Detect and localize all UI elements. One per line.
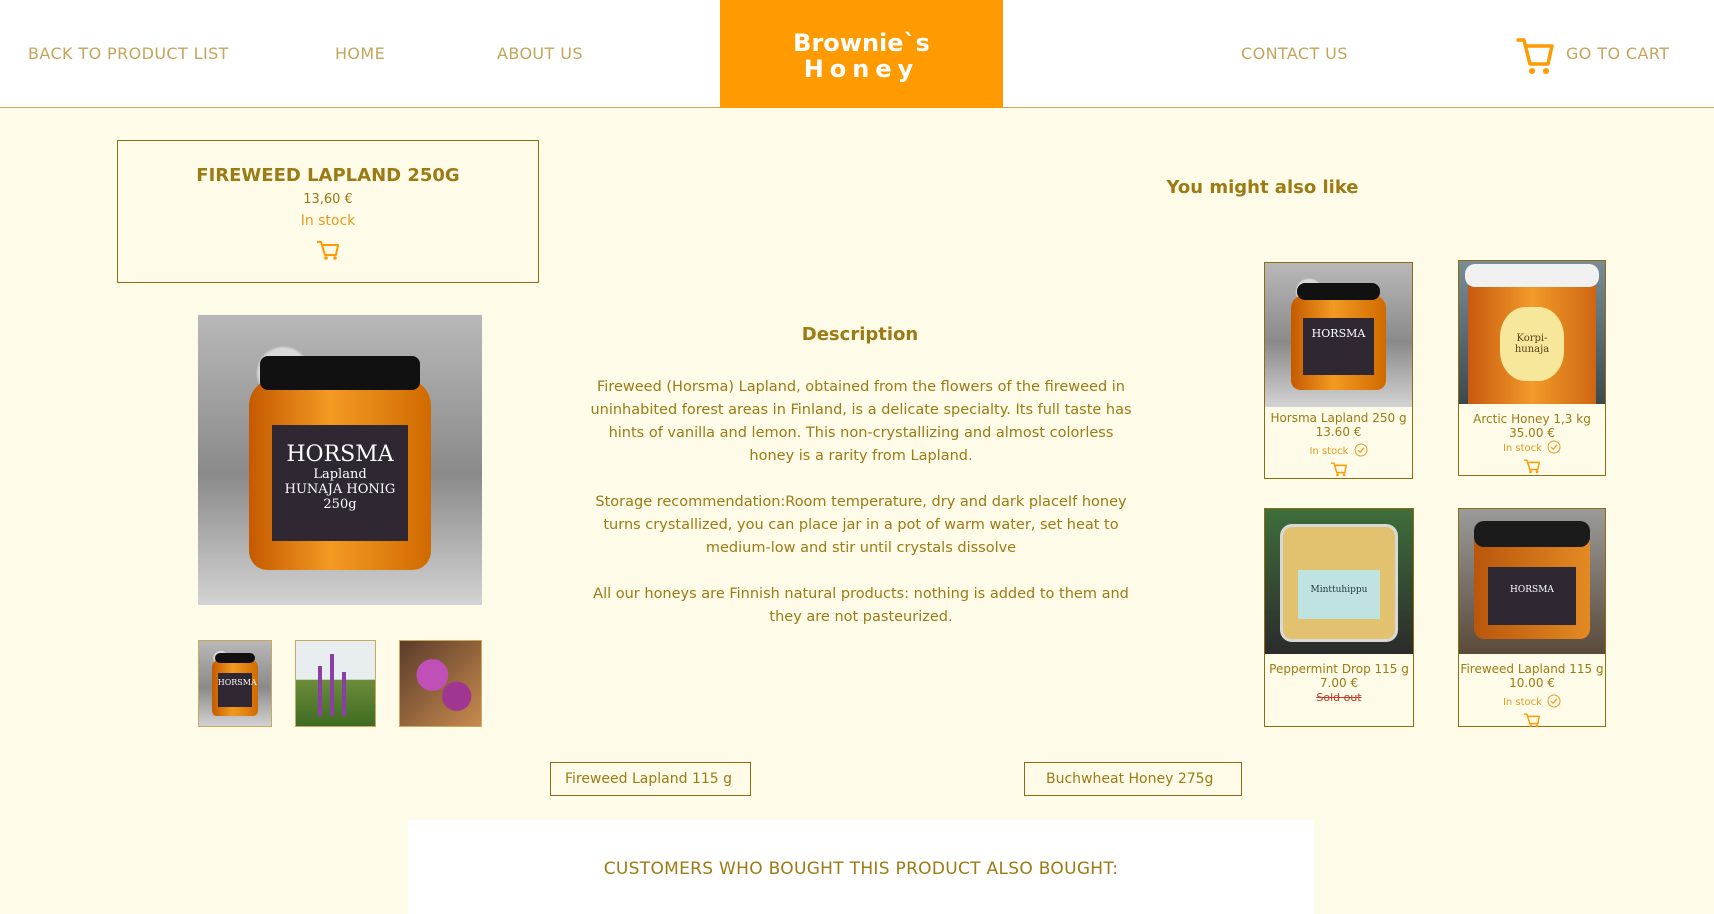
flower-stalk — [330, 654, 334, 716]
check-circle-icon — [1547, 694, 1561, 707]
description-paragraph-3: All our honeys are Finnish natural produ… — [593, 586, 1129, 625]
flower-stalk — [318, 666, 322, 716]
suggestion-stock: In stock — [1502, 443, 1542, 454]
suggestion-image[interactable]: Korpi-hunaja — [1459, 261, 1605, 404]
thumbnail-jar[interactable]: HORSMA — [198, 640, 272, 727]
also-bought-heading: CUSTOMERS WHO BOUGHT THIS PRODUCT ALSO B… — [603, 859, 1119, 879]
jar-label-title: HORSMA — [286, 442, 394, 468]
shopping-cart-icon[interactable] — [1516, 34, 1554, 76]
suggestion-price: 10.00 € — [1509, 676, 1555, 690]
suggestion-name[interactable]: Peppermint Drop 115 g — [1265, 662, 1413, 676]
stock-row: In stock — [1459, 690, 1605, 710]
add-to-cart-icon[interactable] — [1523, 458, 1541, 474]
suggestion-stock: In stock — [1309, 446, 1349, 457]
suggestion-name[interactable]: Horsma Lapland 250 g — [1265, 411, 1412, 425]
brand-line-2: Honey — [803, 55, 920, 83]
product-price: 13,60 € — [303, 192, 353, 207]
contact-us-link[interactable]: CONTACT US — [1241, 44, 1348, 63]
add-to-cart-icon[interactable] — [316, 239, 340, 261]
check-circle-icon — [1354, 443, 1368, 456]
thumbnail-fireweed-bloom[interactable] — [399, 640, 482, 727]
suggestion-image[interactable]: HORSMA — [1265, 263, 1412, 407]
suggestion-name[interactable]: Arctic Honey 1,3 kg — [1459, 412, 1605, 426]
product-summary-box: FIREWEED LAPLAND 250G 13,60 € In stock — [117, 140, 539, 283]
jar-lid — [214, 652, 256, 664]
suggestion-card[interactable]: Minttuhippu Peppermint Drop 115 g 7.00 €… — [1264, 508, 1414, 727]
jar-lid — [260, 355, 420, 391]
also-like-heading: You might also like — [1166, 177, 1359, 198]
stock-row: In stock — [1459, 436, 1605, 456]
add-to-cart-icon[interactable] — [1523, 712, 1541, 728]
suggestion-name[interactable]: Fireweed Lapland 115 g — [1459, 662, 1605, 676]
tub-label: Korpi-hunaja — [1499, 306, 1565, 382]
description-paragraph-1: Fireweed (Horsma) Lapland, obtained from… — [590, 379, 1132, 464]
tub-lid — [1464, 263, 1600, 287]
home-link[interactable]: HOME — [335, 44, 385, 63]
add-to-cart-icon[interactable] — [1330, 461, 1348, 477]
go-to-cart-link[interactable]: GO TO CART — [1566, 44, 1669, 63]
suggestion-price: 7.00 € — [1319, 676, 1359, 690]
previous-product-button[interactable]: Fireweed Lapland 115 g — [550, 762, 751, 796]
jar-label-small: HUNAJA HONIG 250g — [284, 482, 396, 513]
suggestion-image[interactable]: HORSMA — [1459, 509, 1605, 654]
hex-jar-label: HORSMA — [1488, 567, 1576, 625]
brand-line-1: Brownie`s — [793, 29, 930, 57]
stock-row: In stock — [1265, 439, 1412, 459]
jar-label: HORSMA Lapland HUNAJA HONIG 250g — [271, 425, 409, 542]
back-to-product-list-link[interactable]: BACK TO PRODUCT LIST — [28, 44, 229, 63]
site-header: BACK TO PRODUCT LIST HOME ABOUT US Brown… — [0, 0, 1714, 108]
suggestion-image[interactable]: Minttuhippu — [1265, 509, 1413, 654]
product-title: FIREWEED LAPLAND 250G — [196, 165, 460, 186]
main-product-image[interactable]: HORSMA Lapland HUNAJA HONIG 250g — [198, 315, 482, 605]
hex-jar-label: Minttuhippu — [1297, 569, 1381, 620]
suggestion-stock: In stock — [1502, 697, 1542, 708]
suggestion-card[interactable]: HORSMA Horsma Lapland 250 g 13.60 € In s… — [1264, 262, 1413, 479]
thumb-label: HORSMA — [217, 673, 257, 708]
jar-label-sub: Lapland — [313, 467, 367, 483]
description-heading: Description — [801, 324, 919, 345]
description-paragraph-2: Storage recommendation:Room temperature,… — [595, 494, 1127, 556]
stock-status: In stock — [300, 213, 356, 229]
suggestion-price: 13.60 € — [1315, 425, 1362, 439]
jar-label: HORSMA — [1303, 317, 1374, 376]
brand-logo[interactable]: Brownie`s Honey — [720, 0, 1003, 108]
about-us-link[interactable]: ABOUT US — [497, 44, 583, 63]
suggestion-card[interactable]: Korpi-hunaja Arctic Honey 1,3 kg 35.00 €… — [1458, 260, 1606, 476]
thumbnail-fireweed-field[interactable] — [295, 640, 376, 727]
check-circle-icon — [1547, 440, 1561, 453]
hex-jar-lid — [1473, 520, 1591, 547]
suggestion-card[interactable]: HORSMA Fireweed Lapland 115 g 10.00 € In… — [1458, 508, 1606, 728]
flower-stalk — [342, 672, 346, 716]
also-bought-section: CUSTOMERS WHO BOUGHT THIS PRODUCT ALSO B… — [408, 820, 1314, 914]
sold-out-badge: Sold out — [1316, 691, 1362, 704]
next-product-button[interactable]: Buchwheat Honey 275g — [1024, 762, 1242, 796]
jar-lid — [1297, 283, 1380, 301]
